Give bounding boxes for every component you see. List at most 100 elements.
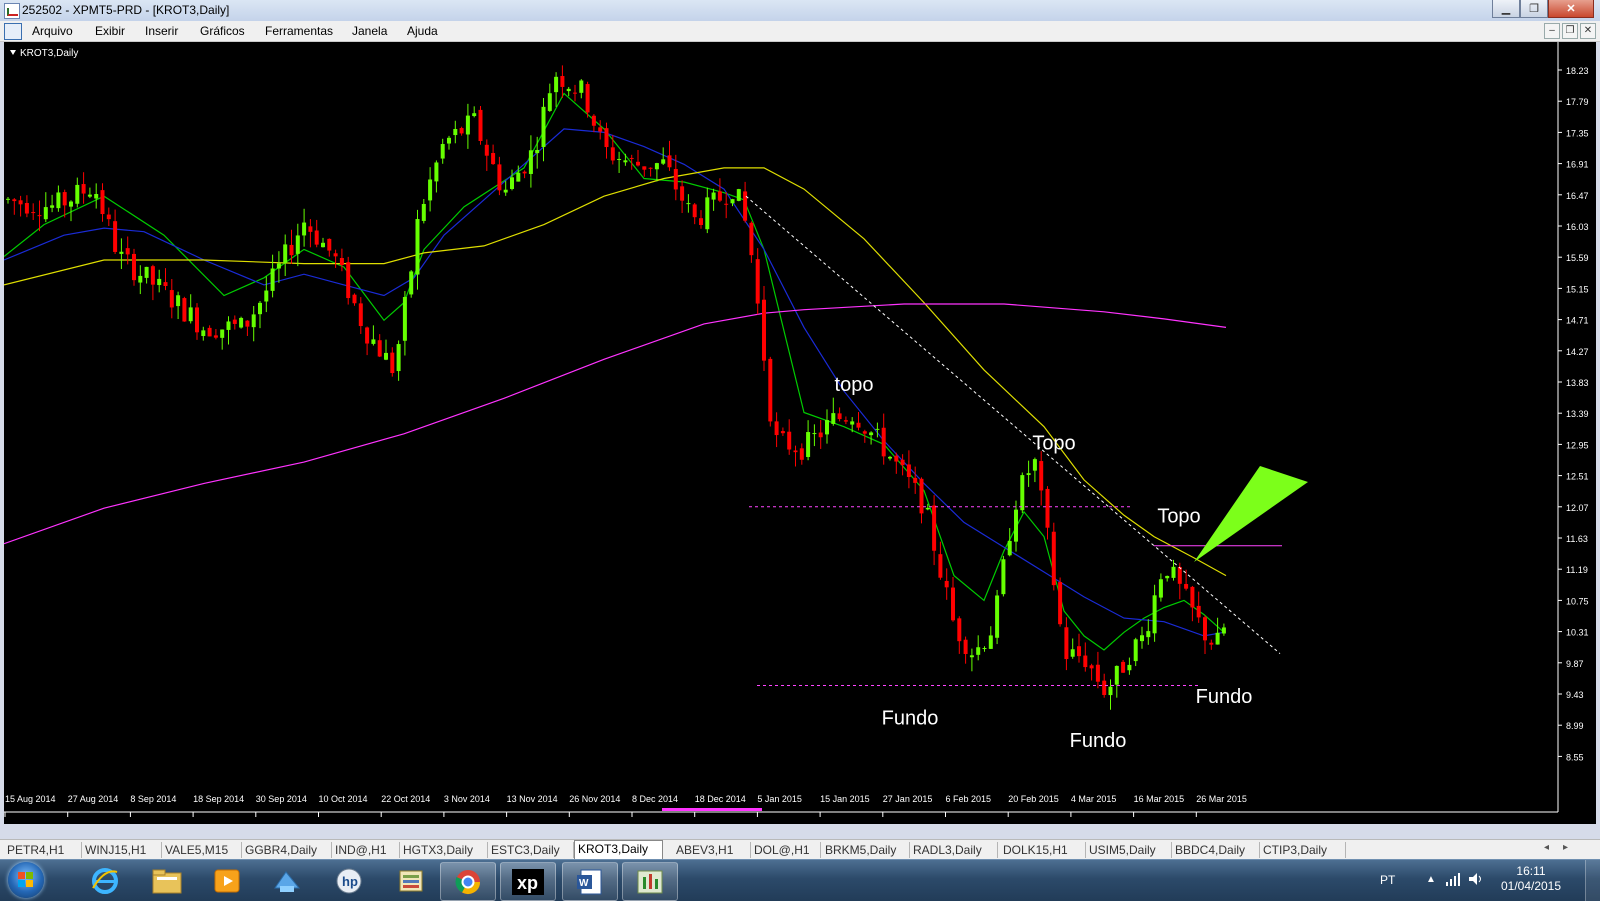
candle-body <box>270 268 275 291</box>
candle-body <box>642 166 647 170</box>
taskbar-hp-button[interactable]: hp <box>322 862 376 899</box>
tab-ggbr4[interactable]: GGBR4,Daily <box>242 842 332 858</box>
tab-bbdc4[interactable]: BBDC4,Daily <box>1172 842 1260 858</box>
taskbar-explorer-button[interactable] <box>140 862 194 899</box>
show-hidden-icons-icon[interactable]: ▲ <box>1426 874 1436 885</box>
price-tick-label: 16.47 <box>1566 191 1589 201</box>
candle-body <box>472 113 477 117</box>
candle-body <box>213 335 218 338</box>
candle-body <box>610 147 615 161</box>
candle-body <box>119 251 124 254</box>
restore-button[interactable]: ❐ <box>1520 0 1548 18</box>
date-tick-label: 15 Aug 2014 <box>5 794 56 804</box>
tab-ind[interactable]: IND@,H1 <box>332 842 400 858</box>
candle-body <box>50 205 55 208</box>
price-tick-label: 9.43 <box>1566 690 1584 700</box>
price-tick-label: 10.75 <box>1566 596 1589 606</box>
windows-taskbar: hp xp W PT ▲ 16:11 01/04/2015 <box>0 859 1600 901</box>
tab-hgtx3[interactable]: HGTX3,Daily <box>400 842 488 858</box>
candle-body <box>220 329 225 338</box>
taskbar-mediaplayer-button[interactable] <box>200 862 254 899</box>
candle-body <box>573 92 577 94</box>
menu-exibir[interactable]: Exibir <box>95 24 125 38</box>
menu-ferramentas[interactable]: Ferramentas <box>265 24 333 38</box>
candle-body <box>862 431 867 434</box>
price-tick-label: 16.03 <box>1566 222 1589 232</box>
candle-body <box>516 172 521 182</box>
price-tick-label: 12.95 <box>1566 440 1589 450</box>
menu-ajuda[interactable]: Ajuda <box>407 24 438 38</box>
candle-body <box>629 157 634 159</box>
price-tick-label: 10.31 <box>1566 628 1589 638</box>
taskbar-xp-button[interactable]: xp <box>500 862 556 901</box>
candle-body <box>900 459 905 466</box>
candle-body <box>245 320 250 327</box>
candle-body <box>314 230 319 245</box>
language-indicator[interactable]: PT <box>1380 873 1395 887</box>
signal-icon[interactable] <box>1446 872 1462 886</box>
candle-body <box>1121 661 1126 673</box>
menu-inserir[interactable]: Inserir <box>145 24 178 38</box>
candle-body <box>37 215 42 217</box>
taskbar-metatrader-button[interactable] <box>622 862 678 901</box>
mdi-restore-button[interactable]: ❐ <box>1562 23 1578 39</box>
candle-body <box>818 432 823 438</box>
candle-body <box>176 295 181 307</box>
tab-vale5[interactable]: VALE5,M15 <box>162 842 242 858</box>
candle-body <box>617 158 622 160</box>
show-desktop-button[interactable] <box>1585 860 1600 901</box>
taskbar-chrome-button[interactable] <box>440 862 496 901</box>
tab-ctip3[interactable]: CTIP3,Daily <box>1260 842 1346 858</box>
date-tick-label: 15 Jan 2015 <box>820 794 870 804</box>
tab-usim5[interactable]: USIM5,Daily <box>1086 842 1172 858</box>
date-tick-label: 5 Jan 2015 <box>757 794 802 804</box>
candle-body <box>654 163 659 170</box>
tab-petr4[interactable]: PETR4,H1 <box>4 842 82 858</box>
candle-body <box>276 263 281 269</box>
mdi-close-button[interactable]: ✕ <box>1580 23 1596 39</box>
price-chart[interactable]: KROT3,Daily 18.23 17.79 17.35 16.91 16.47 16.… <box>4 42 1596 824</box>
windows-logo-icon <box>18 872 34 888</box>
minimize-button[interactable]: ▁ <box>1492 0 1520 18</box>
candle-body <box>579 80 584 93</box>
price-tick-label: 14.27 <box>1566 347 1589 357</box>
menu-arquivo[interactable]: Arquivo <box>32 24 73 38</box>
clock[interactable]: 16:11 01/04/2015 <box>1496 864 1566 894</box>
tab-scroll-arrows[interactable]: ◂▸ <box>1544 842 1582 853</box>
tab-brkm5[interactable]: BRKM5,Daily <box>822 842 910 858</box>
taskbar-network-button[interactable] <box>260 862 314 899</box>
candle-body <box>673 168 678 190</box>
tab-estc3[interactable]: ESTC3,Daily <box>488 842 574 858</box>
time-period-marker <box>662 808 762 811</box>
mdi-document-icon[interactable] <box>4 23 22 40</box>
chrome-icon <box>455 869 480 894</box>
tab-abev3[interactable]: ABEV3,H1 <box>673 842 751 858</box>
close-button[interactable]: ✕ <box>1548 0 1594 18</box>
tab-dolk15[interactable]: DOLK15,H1 <box>1000 842 1086 858</box>
start-button[interactable] <box>8 862 44 898</box>
candle-body <box>12 199 17 202</box>
tab-krot3[interactable]: KROT3,Daily <box>574 840 663 859</box>
candle-body <box>749 222 754 256</box>
taskbar-ie-button[interactable] <box>78 862 132 899</box>
volume-icon[interactable] <box>1468 872 1484 886</box>
menu-janela[interactable]: Janela <box>352 24 387 38</box>
price-tick-label: 17.79 <box>1566 97 1589 107</box>
menu-graficos[interactable]: Gráficos <box>200 24 245 38</box>
system-tray: PT ▲ 16:11 01/04/2015 <box>1350 860 1600 901</box>
candle-body <box>503 189 508 193</box>
candle-body <box>812 433 817 435</box>
candle-body <box>226 321 231 330</box>
window-title-bar[interactable]: 252502 - XPMT5-PRD - [KROT3,Daily] ▁ ❐ ✕ <box>0 0 1600 22</box>
taskbar-word-button[interactable]: W <box>562 862 618 901</box>
mdi-minimize-button[interactable]: – <box>1544 23 1560 39</box>
tab-winj15[interactable]: WINJ15,H1 <box>82 842 162 858</box>
candle-body <box>541 106 546 148</box>
taskbar-archive-button[interactable] <box>384 862 438 899</box>
candle-body <box>736 189 741 201</box>
tab-radl3[interactable]: RADL3,Daily <box>910 842 998 858</box>
tab-dol[interactable]: DOL@,H1 <box>751 842 821 858</box>
date-tick-label: 27 Jan 2015 <box>883 794 933 804</box>
date-tick-label: 4 Mar 2015 <box>1071 794 1117 804</box>
price-tick-label: 8.99 <box>1566 721 1584 731</box>
